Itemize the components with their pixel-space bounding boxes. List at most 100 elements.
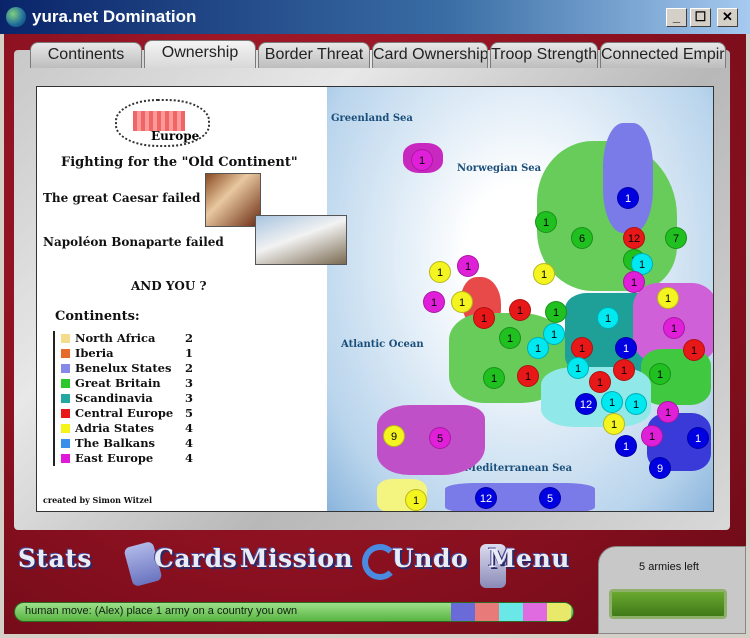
army-counter[interactable]: 1	[567, 357, 589, 379]
menu-button[interactable]: Menu	[480, 544, 569, 592]
atlantic-ocean-label: Atlantic Ocean	[341, 339, 424, 350]
maximize-button[interactable]: ☐	[690, 8, 711, 27]
continent-row-scandinavia: Scandinavia 3	[61, 391, 203, 406]
army-counter[interactable]: 7	[665, 227, 687, 249]
continent-row-great-britain: Great Britain 3	[61, 376, 203, 391]
banner-text: Europe	[151, 129, 200, 143]
army-counter[interactable]: 1	[625, 393, 647, 415]
army-counter[interactable]: 1	[623, 271, 645, 293]
continent-row-north-africa: North Africa 2	[61, 331, 203, 346]
caesar-image	[205, 173, 261, 227]
continent-row-benelux: Benelux States 2	[61, 361, 203, 376]
army-counter[interactable]: 1	[517, 365, 539, 387]
army-counter[interactable]: 1	[657, 287, 679, 309]
army-counter[interactable]: 1	[589, 371, 611, 393]
title-bar[interactable]: yura.net Domination _ ☐ ✕	[0, 0, 750, 34]
map-board[interactable]: Europe Fighting for the "Old Continent" …	[36, 86, 714, 512]
armies-left-label: 5 armies left	[639, 561, 699, 573]
color-swatch	[61, 394, 70, 403]
norwegian-sea-label: Norwegian Sea	[457, 163, 542, 174]
tab-ownership[interactable]: Ownership	[144, 40, 256, 68]
army-counter[interactable]: 1	[451, 291, 473, 313]
army-counter[interactable]: 1	[423, 291, 445, 313]
minimize-button[interactable]: _	[666, 8, 687, 27]
army-counter[interactable]: 1	[429, 261, 451, 283]
globe-icon	[6, 7, 26, 27]
player-color-segment	[523, 603, 547, 621]
player-color-segment	[475, 603, 499, 621]
army-counter[interactable]: 1	[533, 263, 555, 285]
tab-continents[interactable]: Continents	[30, 42, 142, 68]
army-counter[interactable]: 1	[649, 363, 671, 385]
army-counter[interactable]: 12	[623, 227, 645, 249]
undo-button[interactable]: Undo	[362, 544, 468, 592]
headline: Fighting for the "Old Continent"	[61, 155, 298, 170]
mission-button[interactable]: Mission	[240, 544, 353, 592]
army-counter[interactable]: 1	[483, 367, 505, 389]
europe-banner: Europe	[115, 99, 210, 147]
army-counter[interactable]: 1	[535, 211, 557, 233]
army-counter[interactable]: 1	[615, 337, 637, 359]
army-counter[interactable]: 1	[603, 413, 625, 435]
army-counter[interactable]: 5	[429, 427, 451, 449]
territory-sweden[interactable]	[603, 123, 653, 233]
command-bar: Stats Cards Mission Undo Menu human move…	[4, 534, 746, 634]
napoleon-image	[255, 215, 347, 265]
game-window: yura.net Domination _ ☐ ✕ Continents Own…	[0, 0, 750, 638]
army-counter[interactable]: 9	[649, 457, 671, 479]
tab-connected-empire[interactable]: Connected Empire	[600, 42, 726, 68]
window-title: yura.net Domination	[32, 7, 197, 26]
army-counter[interactable]: 1	[405, 489, 427, 511]
army-counter[interactable]: 1	[641, 425, 663, 447]
army-counter[interactable]: 1	[543, 323, 565, 345]
army-counter[interactable]: 1	[411, 149, 433, 171]
army-counter[interactable]: 6	[571, 227, 593, 249]
army-counter[interactable]: 1	[509, 299, 531, 321]
army-counter[interactable]: 1	[663, 317, 685, 339]
status-message: human move: (Alex) place 1 army on a cou…	[25, 605, 298, 617]
credit-text: created by Simon Witzel	[43, 495, 153, 505]
player-color-segment	[547, 603, 571, 621]
continent-row-iberia: Iberia 1	[61, 346, 203, 361]
army-counter[interactable]: 9	[383, 425, 405, 447]
army-counter[interactable]: 1	[683, 339, 705, 361]
close-button[interactable]: ✕	[717, 8, 738, 27]
continent-row-balkans: The Balkans 4	[61, 436, 203, 451]
continents-heading: Continents:	[55, 309, 140, 324]
army-counter[interactable]: 12	[575, 393, 597, 415]
army-counter[interactable]: 1	[597, 307, 619, 329]
color-swatch	[61, 349, 70, 358]
color-swatch	[61, 439, 70, 448]
tab-troop-strength[interactable]: Troop Strength	[490, 42, 598, 68]
army-counter[interactable]: 1	[473, 307, 495, 329]
tab-card-ownership[interactable]: Card Ownership	[372, 42, 488, 68]
army-counter[interactable]: 1	[601, 391, 623, 413]
army-counter[interactable]: 1	[571, 337, 593, 359]
continent-row-central-europe: Central Europe 5	[61, 406, 203, 421]
tab-border-threat[interactable]: Border Threat	[258, 42, 370, 68]
color-swatch	[61, 334, 70, 343]
army-counter[interactable]: 1	[613, 359, 635, 381]
army-counter[interactable]: 1	[499, 327, 521, 349]
continent-row-adria-states: Adria States 4	[61, 421, 203, 436]
stats-button[interactable]: Stats	[18, 544, 92, 592]
army-counter[interactable]: 12	[475, 487, 497, 509]
continent-legend: North Africa 2 Iberia 1 Benelux States 2 Gr…	[53, 331, 203, 466]
color-swatch	[61, 364, 70, 373]
cards-button[interactable]: Cards	[123, 540, 237, 592]
army-counter[interactable]: 1	[615, 435, 637, 457]
army-counter[interactable]: 5	[539, 487, 561, 509]
and-you-line: AND YOU ?	[131, 279, 207, 293]
player-color-segment	[499, 603, 523, 621]
territory-north-africa[interactable]	[445, 483, 595, 511]
army-counter[interactable]: 1	[545, 301, 567, 323]
end-turn-button[interactable]	[609, 589, 727, 619]
flag-image	[133, 111, 185, 131]
color-swatch	[61, 409, 70, 418]
mediterranean-sea-label: Mediterranean Sea	[465, 463, 573, 474]
army-counter[interactable]: 1	[457, 255, 479, 277]
player-color-segment	[451, 603, 475, 621]
army-counter[interactable]: 1	[617, 187, 639, 209]
army-counter[interactable]: 1	[687, 427, 709, 449]
army-counter[interactable]: 1	[657, 401, 679, 423]
